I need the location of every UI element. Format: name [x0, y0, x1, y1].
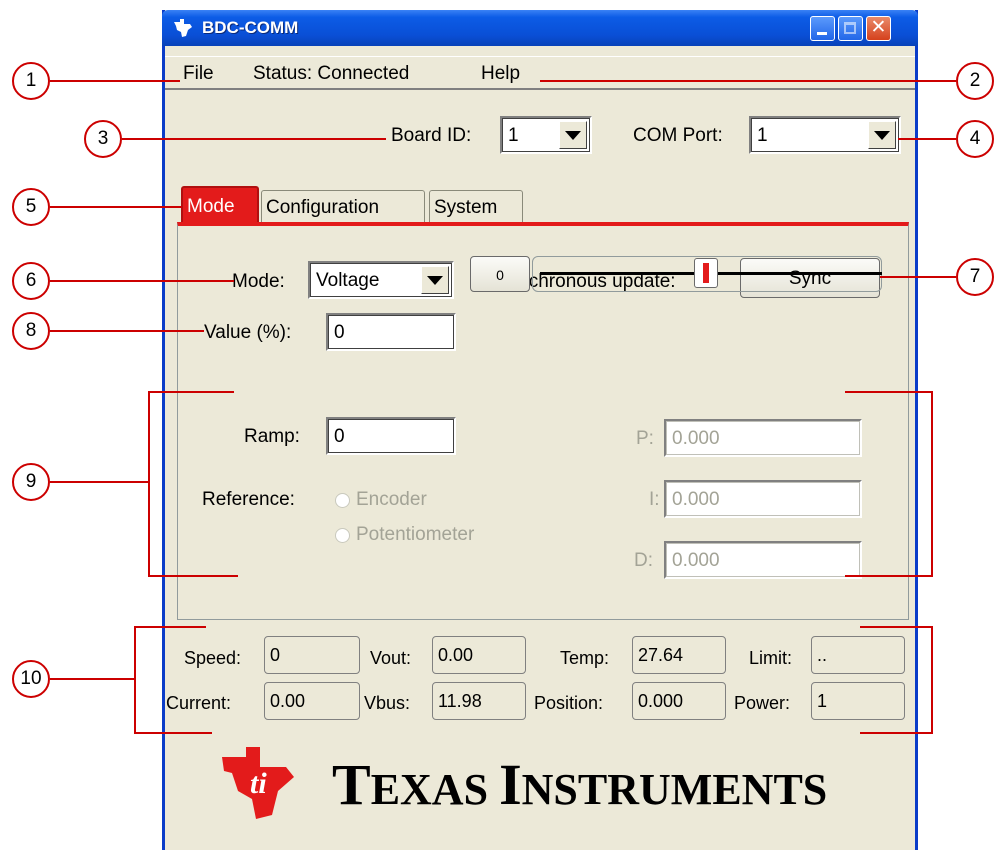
maximize-icon	[844, 22, 856, 34]
com-port-value: 1	[757, 125, 768, 146]
bracket-9-right	[931, 391, 933, 577]
d-label: D:	[634, 550, 653, 571]
callout-2-line	[540, 80, 956, 82]
board-id-select[interactable]: 1	[500, 116, 592, 154]
tab-system[interactable]: System	[429, 190, 523, 226]
callout-6-line	[50, 280, 234, 282]
callout-6: 6	[12, 262, 50, 300]
mode-value: Voltage	[316, 270, 380, 291]
callout-8: 8	[12, 312, 50, 350]
title-bar[interactable]: BDC-COMM ✕	[162, 10, 918, 46]
ti-logo-icon	[174, 19, 192, 37]
callout-7-line	[880, 276, 956, 278]
bracket-10-left-bottom	[134, 732, 212, 734]
value-input[interactable]: 0	[326, 313, 456, 351]
bracket-9-left	[148, 391, 150, 577]
radio-encoder[interactable]	[335, 493, 350, 508]
encoder-option-label: Encoder	[356, 489, 427, 510]
close-icon: ✕	[870, 17, 887, 38]
p-label: P:	[636, 428, 654, 449]
position-label: Position:	[534, 693, 604, 713]
i-label: I:	[649, 489, 660, 510]
temp-value: 27.64	[632, 636, 726, 674]
bracket-10-right-bottom	[860, 732, 933, 734]
chevron-down-icon[interactable]	[559, 121, 587, 149]
slider-readout: 0	[470, 256, 530, 292]
callout-1-line	[50, 80, 180, 82]
position-value: 0.000	[632, 682, 726, 720]
ramp-input[interactable]: 0	[326, 417, 456, 455]
bracket-9-right-top	[845, 391, 933, 393]
callout-9-line	[50, 481, 148, 483]
bracket-10-right	[931, 626, 933, 734]
close-button[interactable]: ✕	[866, 16, 891, 41]
callout-7: 7	[956, 258, 994, 296]
minimize-icon	[817, 32, 827, 35]
callout-2: 2	[956, 62, 994, 100]
power-label: Power:	[734, 693, 791, 713]
callout-3: 3	[84, 120, 122, 158]
callout-4: 4	[956, 120, 994, 158]
limit-value: ..	[811, 636, 905, 674]
bracket-10-left	[134, 626, 136, 734]
mode-select[interactable]: Voltage	[308, 261, 454, 299]
bracket-9-left-bottom	[148, 575, 238, 577]
speed-label: Speed:	[184, 648, 242, 668]
callout-4-line	[898, 138, 956, 140]
window-title: BDC-COMM	[202, 18, 299, 37]
bracket-9-right-bottom	[845, 575, 933, 577]
bracket-10-right-top	[860, 626, 933, 628]
board-id-value: 1	[508, 125, 519, 146]
logo-wordmark: TEXAS INSTRUMENTS	[332, 752, 828, 817]
com-port-select[interactable]: 1	[749, 116, 901, 154]
slider-thumb[interactable]	[694, 258, 718, 288]
vout-value: 0.00	[432, 636, 526, 674]
callout-9: 9	[12, 463, 50, 501]
board-id-label: Board ID:	[391, 125, 472, 146]
maximize-button[interactable]	[838, 16, 863, 41]
callout-1: 1	[12, 62, 50, 100]
vbus-value: 11.98	[432, 682, 526, 720]
tab-configuration[interactable]: Configuration	[261, 190, 425, 226]
minimize-button[interactable]	[810, 16, 835, 41]
reference-label: Reference:	[202, 489, 295, 510]
tab-mode[interactable]: Mode	[181, 186, 259, 226]
limit-label: Limit:	[749, 648, 793, 668]
menu-file[interactable]: File	[183, 63, 214, 85]
radio-potentiometer[interactable]	[335, 528, 350, 543]
menu-bar: File Status: Connected Help	[165, 56, 915, 90]
temp-label: Temp:	[560, 648, 610, 668]
callout-10: 10	[12, 660, 50, 698]
ti-state-icon: ti	[222, 747, 294, 819]
i-input[interactable]: 0.000	[664, 480, 862, 518]
callout-10-line	[50, 678, 134, 680]
svg-text:ti: ti	[250, 767, 267, 800]
p-input[interactable]: 0.000	[664, 419, 862, 457]
menu-status[interactable]: Status: Connected	[253, 63, 409, 85]
speed-value: 0	[264, 636, 360, 674]
chevron-down-icon[interactable]	[421, 266, 449, 294]
com-port-label: COM Port:	[633, 125, 723, 146]
vout-label: Vout:	[370, 648, 412, 668]
texas-instruments-logo: ti TEXAS INSTRUMENTS	[212, 743, 872, 823]
d-input[interactable]: 0.000	[664, 541, 862, 579]
vbus-label: Vbus:	[364, 693, 411, 713]
power-value: 1	[811, 682, 905, 720]
bracket-10-left-top	[134, 626, 206, 628]
menu-help[interactable]: Help	[481, 63, 520, 85]
value-label: Value (%):	[204, 322, 292, 343]
current-label: Current:	[166, 693, 232, 713]
mode-label: Mode:	[232, 271, 285, 292]
callout-3-line	[122, 138, 386, 140]
chevron-down-icon[interactable]	[868, 121, 896, 149]
ramp-label: Ramp:	[244, 426, 300, 447]
callout-5-line	[50, 206, 182, 208]
potentiometer-option-label: Potentiometer	[356, 524, 475, 545]
bracket-9-left-top	[148, 391, 234, 393]
callout-8-line	[50, 330, 204, 332]
callout-5: 5	[12, 188, 50, 226]
current-value: 0.00	[264, 682, 360, 720]
